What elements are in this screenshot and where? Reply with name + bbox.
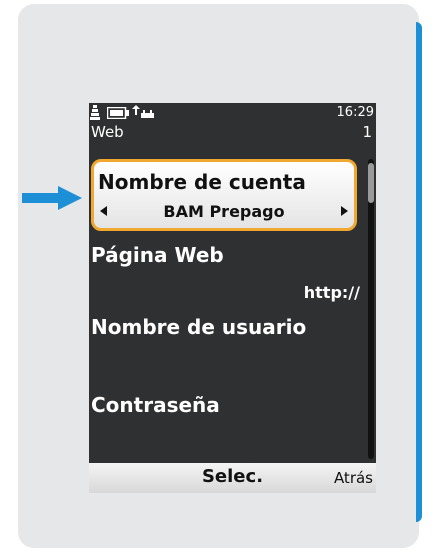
chevron-right-icon[interactable] [340, 206, 348, 216]
setting-username-label[interactable]: Nombre de usuario [91, 315, 306, 339]
back-softkey[interactable]: Atrás [334, 469, 373, 487]
battery-icon [107, 107, 129, 119]
scrollbar-thumb[interactable] [368, 163, 374, 203]
setting-password-label[interactable]: Contraseña [91, 393, 220, 417]
setting-account-name[interactable]: Nombre de cuenta BAM Prepago [91, 159, 357, 231]
clock: 16:29 [336, 105, 374, 120]
panel-accent-edge [416, 22, 422, 522]
data-connection-icon [132, 105, 154, 118]
softkey-bar: Selec. Atrás [89, 463, 376, 493]
menu-title: Web [91, 123, 124, 141]
setting-homepage-label[interactable]: Página Web [91, 243, 224, 267]
status-bar: 16:29 [89, 103, 376, 123]
select-softkey[interactable]: Selec. [89, 466, 376, 487]
signal-icon [90, 105, 100, 120]
page-indicator: 1 [362, 123, 372, 141]
setting-label: Nombre de cuenta [98, 170, 306, 194]
scrollbar[interactable] [368, 159, 374, 459]
phone-screen: 16:29 Web 1 Nombre de cuenta BAM Prepago… [89, 103, 376, 493]
setting-value: BAM Prepago [163, 202, 285, 221]
setting-homepage-value: http:// [303, 283, 360, 302]
pointer-arrow-icon [22, 186, 82, 210]
